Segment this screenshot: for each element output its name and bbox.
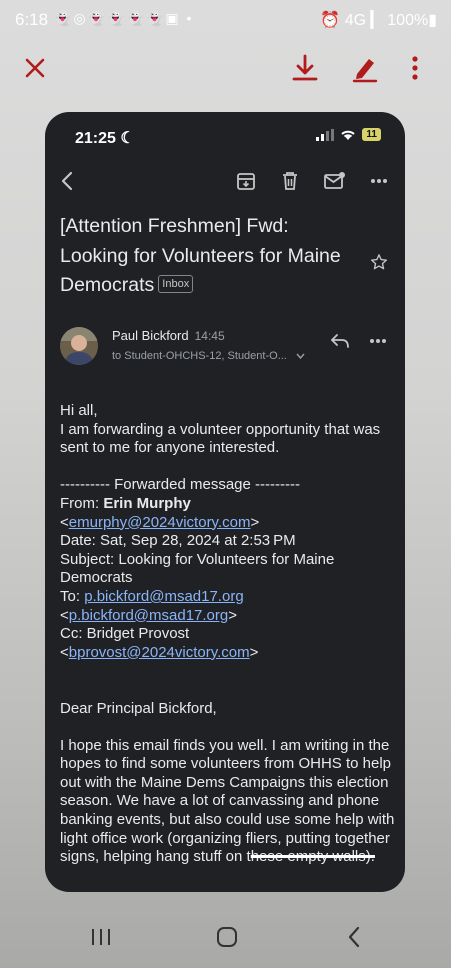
inbox-label[interactable]: Inbox [158, 274, 194, 293]
subject-text: [Attention Freshmen] Fwd: Looking for Vo… [60, 215, 341, 296]
salutation: Dear Principal Bickford, [60, 699, 217, 717]
more-horiz-icon[interactable] [365, 167, 393, 195]
wifi-icon [341, 130, 356, 140]
system-nav-bar [0, 905, 451, 968]
to-email-link[interactable]: p.bickford@msad17.org [84, 588, 243, 605]
back-arrow-icon[interactable] [53, 167, 81, 195]
notification-icons: 👻◎👻👻👻👻▣ • [54, 10, 194, 26]
more-vert-icon[interactable] [397, 50, 433, 86]
signal-icon [316, 128, 335, 141]
recents-icon[interactable] [83, 923, 119, 951]
body-paragraph: I hope this email finds you well. I am w… [60, 736, 395, 866]
star-icon[interactable] [365, 248, 393, 276]
phone-clock: 21:25 ☾ [75, 130, 135, 147]
cc-email-line: <bprovost@2024victory.com> [60, 643, 259, 661]
close-icon[interactable] [17, 50, 53, 86]
message-more-icon[interactable] [365, 328, 391, 354]
to-line: To: p.bickford@msad17.org [60, 587, 244, 605]
email-screenshot: 21:25 ☾ 11 [Attention Freshmen] Fwd: Loo… [45, 112, 405, 892]
from-name: Erin Murphy [103, 494, 191, 512]
status-indicators: ⏰ 4G ▎ 100%▮ [320, 12, 437, 29]
email-subject: [Attention Freshmen] Fwd: Looking for Vo… [60, 212, 360, 301]
sent-time: 14:45 [194, 329, 225, 343]
subject-line: Subject: Looking for Volunteers for Main… [60, 550, 335, 587]
moon-icon: ☾ [120, 130, 135, 147]
from-line: From: Erin Murphy [60, 494, 191, 512]
recipients-text: to Student-OHCHS-12, Student-O... [112, 350, 287, 362]
archive-icon[interactable] [232, 167, 260, 195]
to-email-link-2[interactable]: p.bickford@msad17.org [69, 607, 228, 624]
home-icon[interactable] [209, 923, 245, 951]
back-icon[interactable] [336, 923, 372, 951]
recipients-dropdown[interactable]: to Student-OHCHS-12, Student-O... [112, 350, 305, 362]
date-line: Date: Sat, Sep 28, 2024 at 2:53 PM [60, 532, 296, 550]
device-status-bar: 6:18 👻◎👻👻👻👻▣ • ⏰ 4G ▎ 100%▮ [0, 0, 451, 38]
mark-unread-icon[interactable] [321, 167, 349, 195]
reply-icon[interactable] [327, 328, 353, 354]
sender-line: Paul Bickford 14:45 [112, 328, 225, 343]
trash-icon[interactable] [276, 167, 304, 195]
cc-line: Cc: Bridget Provost [60, 625, 190, 643]
cc-email-link[interactable]: bprovost@2024victory.com [69, 644, 250, 661]
greeting: Hi all, [60, 402, 98, 419]
image-viewer-toolbar [0, 40, 451, 96]
phone-status-indicators: 11 [316, 128, 381, 141]
pen-icon[interactable] [347, 50, 383, 86]
sender-name: Paul Bickford [112, 328, 189, 343]
phone-status-bar: 21:25 ☾ 11 [45, 112, 405, 156]
battery-icon: 11 [362, 128, 381, 141]
from-email-line: <emurphy@2024victory.com> [60, 513, 260, 531]
intro-text: I am forwarding a volunteer opportunity … [60, 420, 381, 457]
download-icon[interactable] [287, 50, 323, 86]
device-clock: 6:18 [15, 10, 49, 29]
to-email-line: <p.bickford@msad17.org> [60, 606, 238, 624]
from-email-link[interactable]: emurphy@2024victory.com [69, 514, 251, 531]
forwarded-header: ---------- Forwarded message --------- [60, 476, 300, 494]
email-body: Hi all, I am forwarding a volunteer oppo… [60, 402, 400, 867]
gmail-toolbar [45, 167, 405, 197]
struck-text: hese empty walls). [250, 848, 375, 866]
avatar[interactable] [60, 327, 98, 365]
chevron-down-icon [296, 353, 305, 360]
